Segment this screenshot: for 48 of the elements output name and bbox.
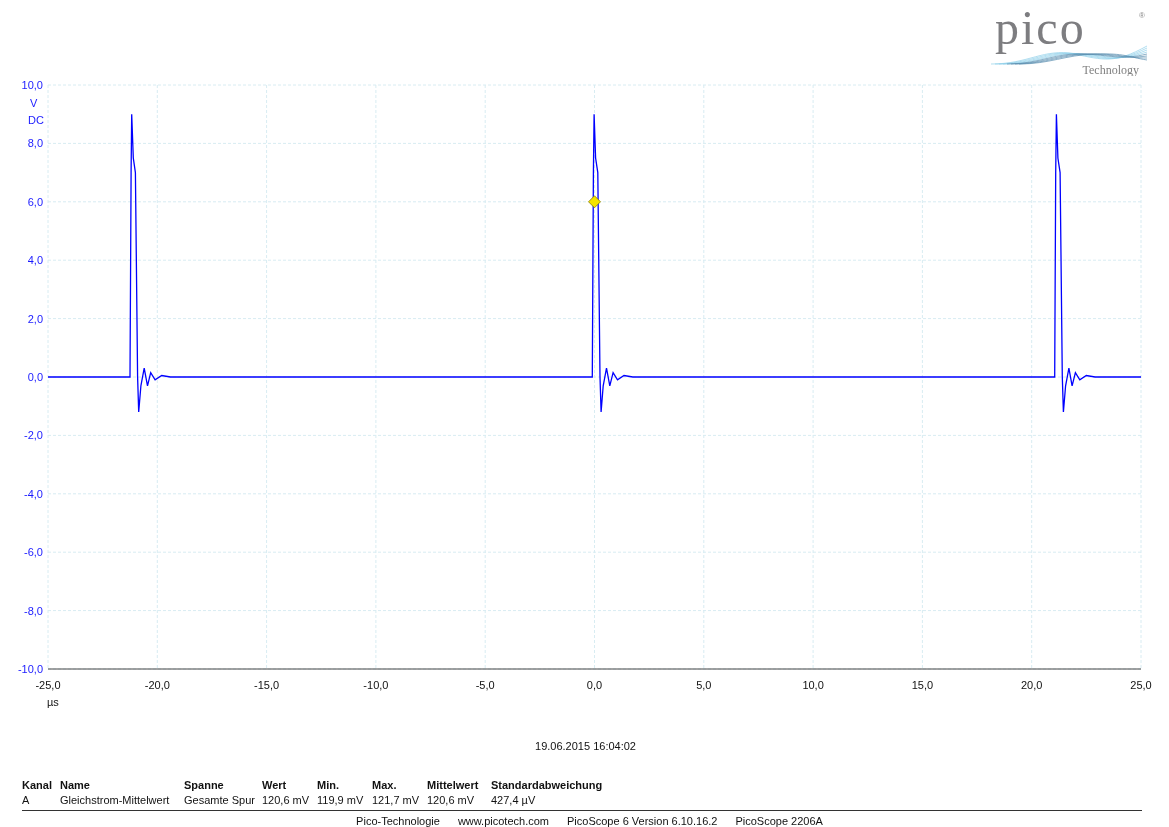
y-tick-label: 4,0	[27, 254, 43, 267]
y-tick-label: 2,0	[27, 312, 43, 325]
x-tick-label: 25,0	[1130, 679, 1152, 691]
column-header: Standardabweichung	[491, 779, 604, 791]
footer-text: PicoScope 2206A	[735, 815, 823, 827]
x-tick-label: 5,0	[696, 679, 712, 691]
table-cell-text: 427,4 µV	[491, 794, 537, 806]
column-header: Name	[60, 779, 91, 791]
x-tick-label: 15,0	[911, 679, 934, 691]
x-tick-label: -5,0	[475, 679, 495, 691]
y-tick-label: 6,0	[27, 195, 43, 208]
column-header: Min.	[317, 779, 340, 791]
x-unit-label: µs	[47, 696, 59, 708]
table-cell-text: Gesamte Spur	[184, 794, 256, 806]
x-tick-label: 20,0	[1021, 679, 1043, 691]
table-cell-text: 121,7 mV	[372, 794, 421, 806]
y-tick-label: 10,0	[21, 79, 43, 91]
x-tick-label: -25,0	[35, 679, 61, 691]
table-cell-text: 120,6 mV	[262, 794, 311, 806]
x-tick-label: -20,0	[144, 679, 170, 691]
column-header: Kanal	[22, 779, 53, 791]
column-header: Mittelwert	[427, 779, 480, 791]
footer-text: Pico-Technologie	[356, 815, 440, 827]
timestamp: 19.06.2015 16:04:02	[534, 740, 637, 752]
table-cell-text: A	[22, 794, 31, 806]
column-header: Max.	[372, 779, 398, 791]
y-tick-label: -2,0	[24, 429, 43, 442]
y-tick-label: -6,0	[24, 546, 43, 559]
footer-text: PicoScope 6 Version 6.10.16.2	[567, 815, 718, 827]
table-cell-text: 119,9 mV	[317, 794, 365, 806]
column-header: Spanne	[184, 779, 225, 791]
coupling-label: DC	[28, 114, 44, 126]
column-header: Wert	[262, 779, 288, 791]
x-tick-label: 0,0	[586, 679, 603, 691]
x-tick-label: -10,0	[363, 679, 389, 691]
table-cell-text: 120,6 mV	[427, 794, 476, 806]
footer-text: www.picotech.com	[457, 815, 549, 827]
table-cell-text: Gleichstrom-Mittelwert	[60, 794, 171, 806]
y-tick-label: -4,0	[24, 487, 43, 500]
x-tick-label: -15,0	[254, 679, 280, 691]
y-tick-label: -8,0	[24, 604, 43, 617]
x-tick-label: 10,0	[802, 679, 824, 691]
y-tick-label: 0,0	[27, 371, 43, 383]
y-unit-label: V	[30, 97, 38, 109]
company-logo: pico ® Technology	[989, 4, 1149, 76]
trigger-marker-icon	[588, 195, 601, 209]
y-tick-label: 8,0	[27, 137, 43, 150]
y-tick-label: -10,0	[17, 663, 43, 675]
